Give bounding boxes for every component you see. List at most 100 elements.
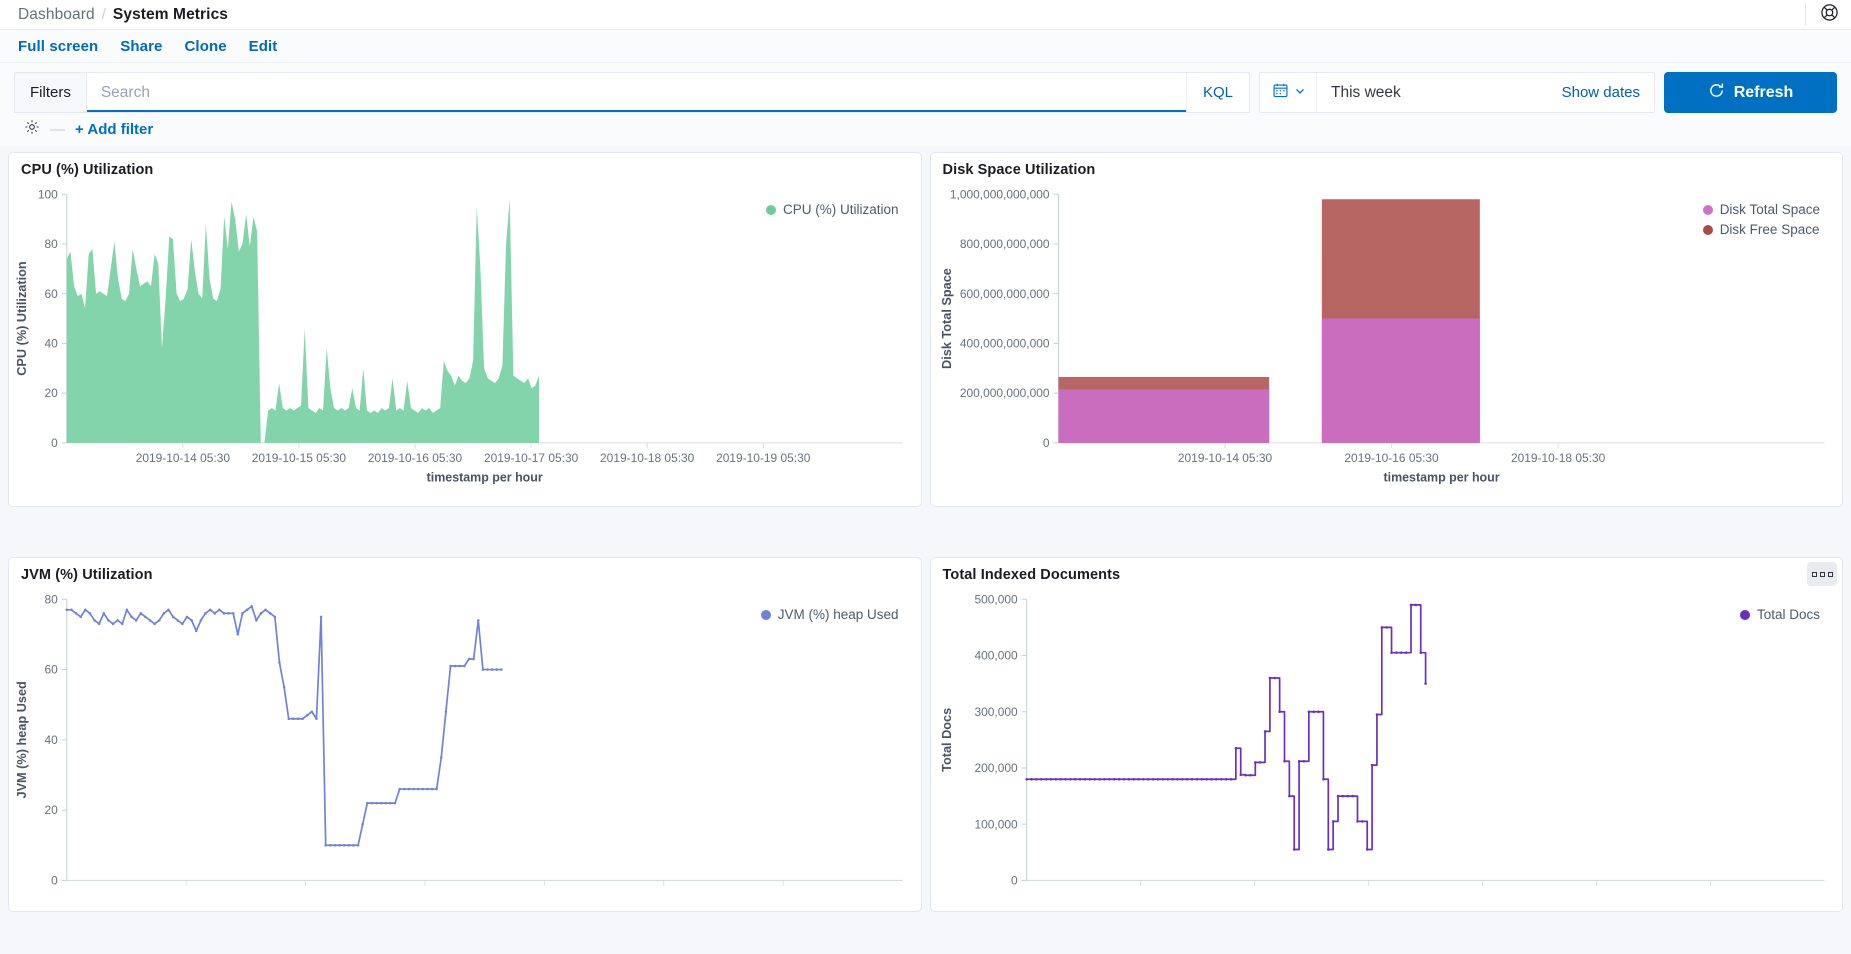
panel-disk-space[interactable]: Disk Space Utilization 0 200,000,000,000 4…	[930, 152, 1844, 507]
svg-text:Disk Total Space: Disk Total Space	[940, 268, 954, 369]
breadcrumb-dashboard[interactable]: Dashboard	[18, 6, 95, 24]
filter-separator: —	[50, 121, 65, 138]
kql-button[interactable]: KQL	[1186, 73, 1249, 112]
svg-text:0: 0	[1042, 436, 1049, 450]
svg-text:JVM (%) heap Used: JVM (%) heap Used	[15, 681, 29, 798]
show-dates-button[interactable]: Show dates	[1548, 73, 1654, 112]
svg-text:2019-10-15 05:30: 2019-10-15 05:30	[252, 451, 347, 465]
svg-text:0: 0	[51, 873, 58, 887]
chart-cpu-utilization[interactable]: 020406080100CPU (%) Utilization2019-10-1…	[9, 180, 921, 506]
svg-text:timestamp per hour: timestamp per hour	[1383, 470, 1499, 484]
date-range-value[interactable]: This week	[1317, 73, 1548, 112]
filters-label[interactable]: Filters	[15, 73, 87, 112]
chart-total-indexed-documents[interactable]: 0 100,000 200,000 300,000 400,000 500,000 Tota…	[931, 585, 1843, 911]
breadcrumb-separator: /	[102, 6, 106, 23]
panel-cpu-utilization[interactable]: CPU (%) Utilization 020406080100CPU (%) …	[8, 152, 922, 507]
legend-item[interactable]: Total Docs	[1740, 607, 1820, 622]
refresh-button[interactable]: Refresh	[1664, 72, 1837, 113]
legend-color-dot	[761, 610, 771, 620]
legend-label: JVM (%) heap Used	[778, 607, 899, 622]
chart-jvm-utilization[interactable]: 020406080JVM (%) heap Used JVM (%) heap …	[9, 585, 921, 911]
svg-text:600,000,000,000: 600,000,000,000	[959, 287, 1049, 301]
panel-menu-icon[interactable]	[1807, 562, 1837, 586]
app-header: Dashboard / System Metrics	[0, 0, 1851, 30]
search-input[interactable]	[87, 73, 1186, 112]
breadcrumb-current: System Metrics	[113, 6, 228, 24]
svg-text:80: 80	[45, 592, 59, 606]
legend-item[interactable]: Disk Free Space	[1703, 222, 1820, 237]
menu-dot	[1820, 572, 1825, 577]
clone-button[interactable]: Clone	[185, 38, 227, 55]
svg-text:80: 80	[45, 237, 59, 251]
dashboard-grid: CPU (%) Utilization 0 20 40 60 80 100 CPU (%) …	[0, 146, 1851, 954]
svg-text:20: 20	[45, 386, 59, 400]
refresh-icon	[1708, 82, 1725, 104]
svg-text:0: 0	[1011, 873, 1018, 887]
svg-text:400,000: 400,000	[974, 648, 1017, 662]
svg-text:200,000: 200,000	[974, 761, 1017, 775]
svg-text:300,000: 300,000	[974, 705, 1017, 719]
legend-cpu: CPU (%) Utilization	[766, 202, 899, 217]
svg-text:40: 40	[45, 733, 59, 747]
svg-text:2019-10-19 05:30: 2019-10-19 05:30	[716, 451, 811, 465]
legend-label: Disk Free Space	[1720, 222, 1820, 237]
legend-color-dot	[1703, 225, 1713, 235]
jvm-chart-svg: 020406080JVM (%) heap Used	[9, 585, 921, 911]
help-lifebuoy-icon[interactable]	[1820, 3, 1839, 27]
share-button[interactable]: Share	[120, 38, 162, 55]
panel-total-indexed-documents[interactable]: Total Indexed Documents 0 100,000 200,000 3…	[930, 557, 1844, 912]
panel-title: Disk Space Utilization	[931, 153, 1843, 180]
svg-text:2019-10-18 05:30: 2019-10-18 05:30	[600, 451, 695, 465]
svg-text:timestamp per hour: timestamp per hour	[427, 470, 543, 484]
svg-text:Total Docs: Total Docs	[940, 708, 954, 772]
legend-jvm: JVM (%) heap Used	[761, 607, 899, 622]
header-right-group	[1805, 3, 1839, 27]
svg-text:800,000,000,000: 800,000,000,000	[959, 237, 1049, 251]
date-quick-select-button[interactable]	[1260, 73, 1317, 112]
edit-button[interactable]: Edit	[249, 38, 278, 55]
full-screen-button[interactable]: Full screen	[18, 38, 98, 55]
panel-title: Total Indexed Documents	[931, 558, 1843, 585]
legend-color-dot	[766, 205, 776, 215]
calendar-icon	[1272, 82, 1289, 104]
add-filter-button[interactable]: + Add filter	[75, 121, 153, 138]
legend-label: Total Docs	[1757, 607, 1820, 622]
svg-text:100: 100	[38, 187, 58, 201]
menu-dot	[1812, 572, 1817, 577]
chart-disk-space[interactable]: 0 200,000,000,000 400,000,000,000 600,000,0…	[931, 180, 1843, 506]
header-divider	[1805, 4, 1806, 26]
panel-title: JVM (%) Utilization	[9, 558, 921, 585]
svg-text:400,000,000,000: 400,000,000,000	[959, 336, 1049, 350]
panel-jvm-utilization[interactable]: JVM (%) Utilization 020406080JVM (%) hea…	[8, 557, 922, 912]
search-focus-underline	[87, 110, 1186, 112]
legend-item[interactable]: Disk Total Space	[1703, 202, 1820, 217]
svg-text:2019-10-16 05:30: 2019-10-16 05:30	[368, 451, 463, 465]
legend-label: Disk Total Space	[1720, 202, 1820, 217]
docs-chart-svg: 0 100,000 200,000 300,000 400,000 500,000 Tota…	[931, 585, 1843, 911]
legend-item[interactable]: CPU (%) Utilization	[766, 202, 899, 217]
panel-title: CPU (%) Utilization	[9, 153, 921, 180]
legend-color-dot	[1740, 610, 1750, 620]
refresh-label: Refresh	[1734, 84, 1794, 102]
legend-item[interactable]: JVM (%) heap Used	[761, 607, 899, 622]
query-row: Filters KQL	[14, 72, 1837, 113]
query-bar: Filters KQL	[0, 63, 1851, 146]
svg-text:2019-10-17 05:30: 2019-10-17 05:30	[484, 451, 579, 465]
menu-dot	[1828, 572, 1833, 577]
svg-text:100,000: 100,000	[974, 817, 1017, 831]
gear-icon[interactable]	[24, 119, 40, 140]
svg-text:200,000,000,000: 200,000,000,000	[959, 386, 1049, 400]
chevron-down-icon	[1294, 84, 1306, 102]
svg-text:60: 60	[45, 663, 59, 677]
cpu-chart-svg: 020406080100CPU (%) Utilization2019-10-1…	[9, 180, 921, 506]
legend-total-docs: Total Docs	[1740, 607, 1820, 622]
legend-color-dot	[1703, 205, 1713, 215]
svg-text:CPU (%) Utilization: CPU (%) Utilization	[15, 261, 29, 375]
svg-text:2019-10-18 05:30: 2019-10-18 05:30	[1510, 451, 1605, 465]
svg-text:2019-10-16 05:30: 2019-10-16 05:30	[1344, 451, 1439, 465]
search-group: Filters KQL	[14, 72, 1250, 113]
svg-text:0: 0	[51, 436, 58, 450]
svg-text:500,000: 500,000	[974, 592, 1017, 606]
legend-label: CPU (%) Utilization	[783, 202, 899, 217]
svg-text:2019-10-14 05:30: 2019-10-14 05:30	[136, 451, 231, 465]
